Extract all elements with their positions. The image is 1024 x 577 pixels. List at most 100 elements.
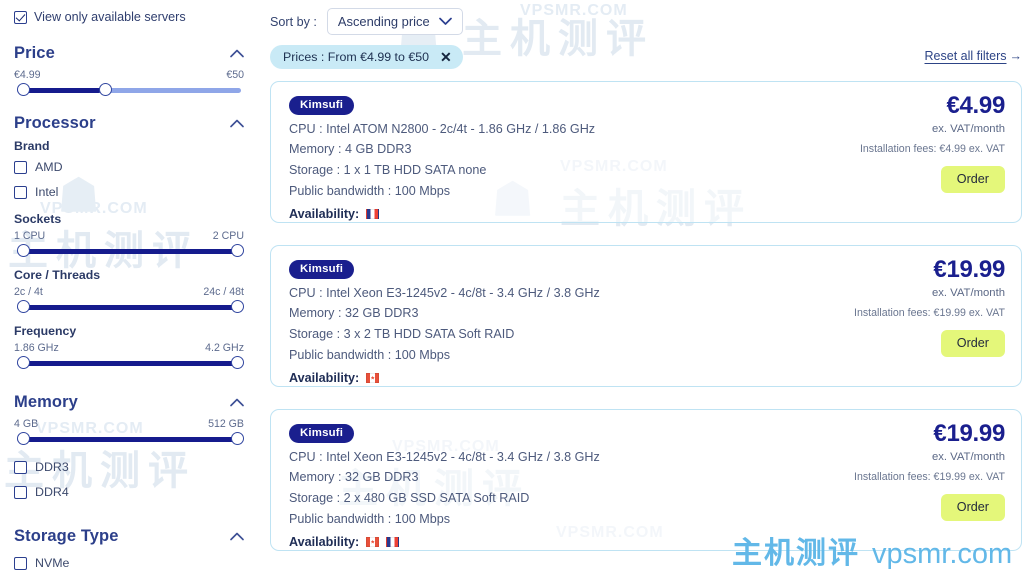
product-badge: Kimsufi bbox=[289, 96, 355, 115]
sort-by-label: Sort by : bbox=[270, 14, 317, 29]
core-threads-slider-handle-max[interactable] bbox=[231, 300, 244, 313]
flag-france-icon bbox=[386, 536, 400, 547]
intel-checkbox[interactable] bbox=[14, 185, 27, 199]
sort-bar: Sort by : Ascending price bbox=[258, 0, 1024, 35]
amd-checkbox[interactable] bbox=[14, 160, 27, 174]
price-subtitle: ex. VAT/month bbox=[931, 451, 1005, 463]
filter-storage-nvme[interactable]: NVMe bbox=[14, 552, 244, 574]
sockets-range-labels: 1 CPU 2 CPU bbox=[14, 230, 244, 242]
price-column: €4.99 ex. VAT/month Installation fees: €… bbox=[860, 94, 1005, 193]
availability-row: Availability: bbox=[289, 371, 1005, 385]
core-threads-range-slider[interactable] bbox=[14, 299, 244, 315]
sockets-slider-handle-min[interactable] bbox=[17, 244, 30, 257]
section-header-processor[interactable]: Processor bbox=[14, 114, 244, 133]
core-threads-min-label: 2c / 4t bbox=[14, 286, 43, 298]
price-slider-handle-min[interactable] bbox=[17, 83, 30, 96]
section-header-memory[interactable]: Memory bbox=[14, 393, 244, 412]
core-threads-slider-fill bbox=[23, 305, 235, 310]
frequency-range-labels: 1.86 GHz 4.2 GHz bbox=[14, 342, 244, 354]
close-icon[interactable]: ✕ bbox=[440, 50, 452, 64]
order-button[interactable]: Order bbox=[940, 330, 1005, 357]
reset-all-filters-link[interactable]: Reset all filters → bbox=[925, 49, 1022, 63]
frequency-slider-fill bbox=[23, 361, 235, 366]
order-button[interactable]: Order bbox=[940, 166, 1005, 193]
core-threads-slider-handle-min[interactable] bbox=[17, 300, 30, 313]
results-panel: Sort by : Ascending price Prices : From … bbox=[258, 0, 1024, 577]
available-only-checkbox[interactable] bbox=[14, 10, 27, 24]
installation-fees: Installation fees: €19.99 ex. VAT bbox=[854, 307, 1005, 319]
memory-slider-fill bbox=[23, 437, 235, 442]
filter-chip-price[interactable]: Prices : From €4.99 to €50 ✕ bbox=[270, 45, 463, 69]
ddr3-label: DDR3 bbox=[35, 460, 69, 474]
filter-brand-amd[interactable]: AMD bbox=[14, 156, 244, 178]
server-card[interactable]: Kimsufi CPU : Intel Xeon E3-1245v2 - 4c/… bbox=[270, 409, 1022, 551]
product-badge: Kimsufi bbox=[289, 424, 355, 443]
sockets-slider-handle-max[interactable] bbox=[231, 244, 244, 257]
filter-chip-label: Prices : From €4.99 to €50 bbox=[283, 50, 430, 64]
reset-all-filters-label: Reset all filters bbox=[924, 49, 1007, 63]
price-range-slider[interactable] bbox=[14, 82, 244, 98]
filter-available-only[interactable]: View only available servers bbox=[14, 0, 244, 28]
memory-min-label: 4 GB bbox=[14, 418, 39, 430]
memory-range-slider[interactable] bbox=[14, 431, 244, 447]
availability-label: Availability: bbox=[289, 370, 360, 385]
chevron-down-icon[interactable] bbox=[438, 14, 452, 29]
frequency-slider-handle-max[interactable] bbox=[231, 356, 244, 369]
sockets-slider-fill bbox=[23, 249, 235, 254]
product-badge: Kimsufi bbox=[289, 260, 355, 279]
frequency-slider-handle-min[interactable] bbox=[17, 356, 30, 369]
price-subtitle: ex. VAT/month bbox=[931, 287, 1005, 299]
flag-france-icon bbox=[366, 208, 380, 219]
page-root: 主机测评 ☗ VPSMR.COM VPSMR.COM 主机测评 ☗ VPSMR.… bbox=[0, 0, 1024, 577]
sort-select-value: Ascending price bbox=[337, 14, 430, 29]
arrow-right-icon: → bbox=[1009, 49, 1023, 63]
price-slider-handle-max[interactable] bbox=[99, 83, 112, 96]
core-threads-label: Core / Threads bbox=[14, 268, 101, 282]
frequency-range-slider[interactable] bbox=[14, 355, 244, 371]
installation-fees: Installation fees: €4.99 ex. VAT bbox=[859, 143, 1005, 155]
intel-label: Intel bbox=[35, 185, 59, 199]
server-card[interactable]: Kimsufi CPU : Intel ATOM N2800 - 2c/4t -… bbox=[270, 81, 1022, 223]
server-card-list: Kimsufi CPU : Intel ATOM N2800 - 2c/4t -… bbox=[258, 81, 1024, 551]
nvme-checkbox[interactable] bbox=[14, 556, 27, 570]
section-title-price: Price bbox=[14, 44, 55, 62]
server-card[interactable]: Kimsufi CPU : Intel Xeon E3-1245v2 - 4c/… bbox=[270, 245, 1022, 387]
ddr4-checkbox[interactable] bbox=[14, 485, 27, 499]
section-header-storage-type[interactable]: Storage Type bbox=[14, 527, 244, 546]
sort-select[interactable]: Ascending price bbox=[326, 8, 463, 35]
filters-sidebar: View only available servers Price €4.99 … bbox=[0, 0, 258, 577]
availability-label: Availability: bbox=[289, 534, 360, 549]
section-title-processor: Processor bbox=[14, 114, 96, 132]
section-header-price[interactable]: Price bbox=[14, 44, 244, 63]
chevron-up-icon[interactable] bbox=[230, 49, 244, 58]
sockets-range-slider[interactable] bbox=[14, 243, 244, 259]
core-threads-max-label: 24c / 48t bbox=[203, 286, 244, 298]
memory-max-label: 512 GB bbox=[208, 418, 244, 430]
frequency-max-label: 4.2 GHz bbox=[205, 342, 244, 354]
price-max-label: €50 bbox=[226, 69, 244, 81]
availability-row: Availability: bbox=[289, 535, 1005, 549]
memory-slider-handle-min[interactable] bbox=[17, 432, 30, 445]
section-title-memory: Memory bbox=[14, 393, 78, 411]
price-value: €19.99 bbox=[933, 420, 1005, 447]
core-threads-range-labels: 2c / 4t 24c / 48t bbox=[14, 286, 244, 298]
filter-memory-ddr3[interactable]: DDR3 bbox=[14, 456, 244, 478]
available-only-label: View only available servers bbox=[34, 10, 186, 24]
chevron-up-icon[interactable] bbox=[230, 119, 244, 128]
sockets-label: Sockets bbox=[14, 212, 62, 226]
flag-canada-icon bbox=[366, 536, 380, 547]
frequency-label: Frequency bbox=[14, 324, 77, 338]
filter-brand-intel[interactable]: Intel bbox=[14, 181, 244, 203]
chevron-up-icon[interactable] bbox=[230, 398, 244, 407]
price-column: €19.99 ex. VAT/month Installation fees: … bbox=[854, 422, 1005, 521]
ddr4-label: DDR4 bbox=[35, 485, 69, 499]
price-value: €4.99 bbox=[946, 92, 1005, 119]
chevron-up-icon[interactable] bbox=[230, 532, 244, 541]
brand-label: Brand bbox=[14, 139, 50, 153]
sockets-min-label: 1 CPU bbox=[14, 230, 46, 242]
order-button[interactable]: Order bbox=[940, 494, 1005, 521]
filter-memory-ddr4[interactable]: DDR4 bbox=[14, 481, 244, 503]
memory-slider-handle-max[interactable] bbox=[231, 432, 244, 445]
flag-canada-icon bbox=[366, 372, 380, 383]
ddr3-checkbox[interactable] bbox=[14, 460, 27, 474]
